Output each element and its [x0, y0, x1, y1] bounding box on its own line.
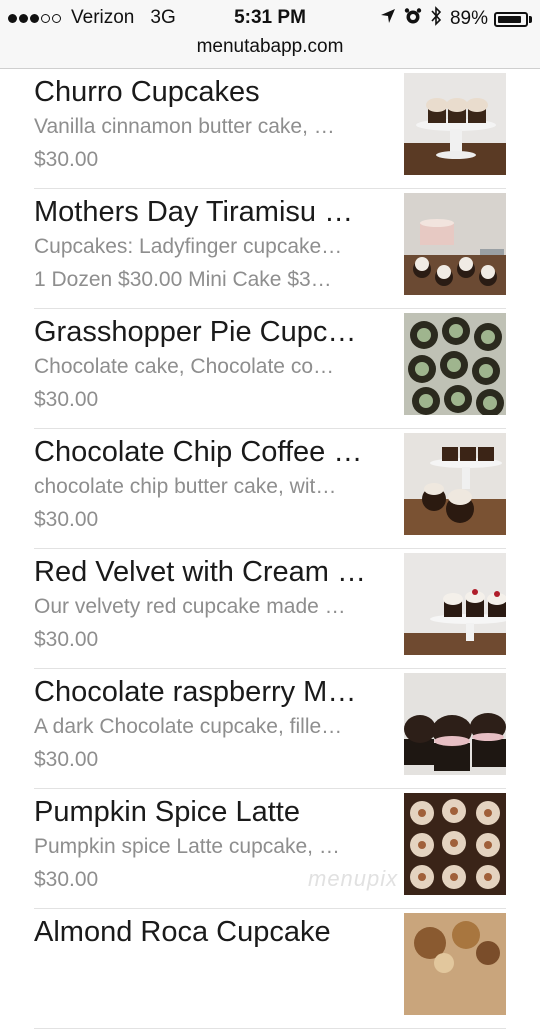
- cupcake-photo[interactable]: [404, 193, 506, 295]
- item-description: Pumpkin spice Latte cupcake, …: [34, 835, 340, 858]
- bluetooth-icon: [430, 6, 442, 32]
- item-title: Chocolate raspberry M…: [34, 676, 357, 708]
- address-bar[interactable]: menutabapp.com: [0, 34, 540, 69]
- cupcake-photo[interactable]: [404, 553, 506, 655]
- item-description: Our velvety red cupcake made …: [34, 595, 346, 618]
- item-description: A dark Chocolate cupcake, fille…: [34, 715, 343, 738]
- item-title: Grasshopper Pie Cupc…: [34, 316, 357, 348]
- item-price: 1 Dozen $30.00 Mini Cake $3…: [34, 268, 332, 291]
- battery-percent: 89%: [449, 8, 488, 29]
- item-title: Red Velvet with Cream …: [34, 556, 367, 588]
- carrier-name: Verizon: [71, 7, 135, 28]
- item-description: Vanilla cinnamon butter cake, …: [34, 115, 335, 138]
- item-title: Churro Cupcakes: [34, 76, 260, 108]
- cupcake-photo[interactable]: [404, 313, 506, 415]
- alarm-clock-icon: [404, 7, 422, 31]
- item-title: Pumpkin Spice Latte: [34, 796, 300, 828]
- menu-item[interactable]: Chocolate Chip Coffee … chocolate chip b…: [34, 429, 506, 549]
- cupcake-photo[interactable]: [404, 793, 506, 895]
- item-description: Cupcakes: Ladyfinger cupcake…: [34, 235, 343, 258]
- watermark: menupix: [308, 866, 399, 891]
- menu-item[interactable]: Churro Cupcakes Vanilla cinnamon butter …: [34, 69, 506, 189]
- item-price: $30.00: [34, 748, 99, 771]
- cupcake-photo[interactable]: [404, 673, 506, 775]
- status-bar-right: 89%: [372, 6, 532, 32]
- cupcake-photo[interactable]: [404, 73, 506, 175]
- menu-item[interactable]: Almond Roca Cupcake: [34, 909, 506, 1029]
- item-description: Chocolate cake, Chocolate co…: [34, 355, 334, 378]
- item-price: $30.00: [34, 508, 99, 531]
- item-title: Almond Roca Cupcake: [34, 916, 331, 948]
- menu-item[interactable]: Red Velvet with Cream … Our velvety red …: [34, 549, 506, 669]
- signal-strength-icon: [8, 13, 63, 23]
- item-price: $30.00: [34, 388, 99, 411]
- menu-item[interactable]: Chocolate raspberry M… A dark Chocolate …: [34, 669, 506, 789]
- battery-icon: [494, 11, 532, 27]
- url-text[interactable]: menutabapp.com: [197, 36, 344, 57]
- menu-item[interactable]: Pumpkin Spice Latte Pumpkin spice Latte …: [34, 789, 506, 909]
- cupcake-photo[interactable]: [404, 913, 506, 1015]
- item-price: $30.00: [34, 628, 99, 651]
- status-bar: Verizon 3G 5:31 PM 89%: [0, 0, 540, 34]
- item-description: chocolate chip butter cake, wit…: [34, 475, 337, 498]
- menu-item[interactable]: Mothers Day Tiramisu … Cupcakes: Ladyfin…: [34, 189, 506, 309]
- location-arrow-icon: [380, 8, 396, 30]
- cupcake-photo[interactable]: [404, 433, 506, 535]
- menu-list: Churro Cupcakes Vanilla cinnamon butter …: [0, 69, 540, 1029]
- status-bar-left: Verizon 3G: [8, 7, 176, 29]
- menu-item[interactable]: Grasshopper Pie Cupc… Chocolate cake, Ch…: [34, 309, 506, 429]
- item-title: Chocolate Chip Coffee …: [34, 436, 363, 468]
- item-title: Mothers Day Tiramisu …: [34, 196, 354, 228]
- network-type: 3G: [150, 7, 176, 28]
- item-price: $30.00: [34, 148, 99, 171]
